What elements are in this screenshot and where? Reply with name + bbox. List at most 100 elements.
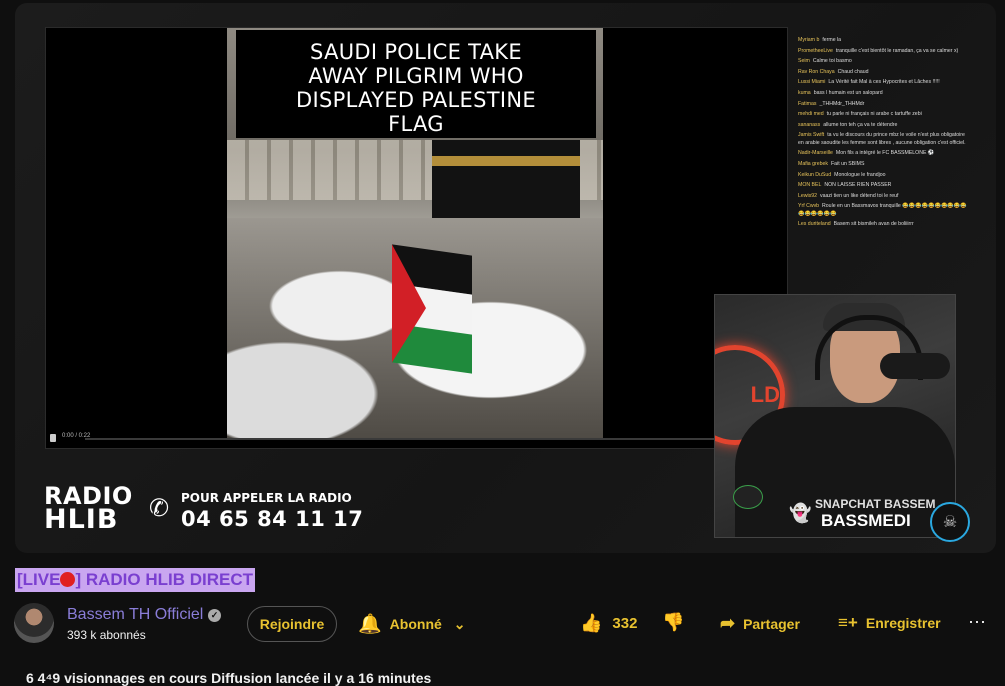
volume-icon [50,434,56,442]
share-icon: ➦ [720,613,736,633]
bell-icon: 🔔 [358,614,382,635]
inner-track [85,438,783,440]
more-button[interactable]: ⋯ [968,612,987,633]
chat-text: vaazi tien un like détend toi le reuf [820,192,899,199]
chat-author: PrometheeLive [798,47,833,54]
inner-progress-bar: 0:00 / 0:22 [50,433,783,445]
subscribed-button[interactable]: 🔔 Abonné ⌄ [352,606,472,642]
chat-author: MON BEL [798,182,822,189]
chat-text: tu parle ni français ni arabe c tartuffe… [826,111,922,118]
chat-message: kuma bass l humain est un salopard [798,90,970,97]
chat-author: Lussi Miami [798,79,826,86]
video-title: [LIVE ] RADIO HLIB DIRECT [15,568,255,592]
share-label: Partager [743,615,800,632]
caption-line: DISPLAYED PALESTINE [296,88,536,112]
like-button[interactable]: 👍 332 [580,613,637,634]
chat-message: Myriam b ferme la [798,37,970,44]
chat-author: Lewis92 [798,192,818,199]
webcam-feed: LD 👻 SNAPCHAT BASSEM BASSMEDI [714,294,956,538]
subscriber-count: 393 k abonnés [67,628,146,642]
chat-author: Jamis Swift [798,132,825,139]
call-text: POUR APPELER LA RADIO [181,491,352,505]
video-caption: SAUDI POLICE TAKE AWAY PILGRIM WHO DISPL… [236,30,596,138]
channel-name[interactable]: Bassem TH Officiel [67,606,203,624]
chat-text: _THHMdr_THHMdr [819,100,865,107]
phone-cta: POUR APPELER LA RADIO 04 65 84 11 17 [181,491,363,531]
caption-line: AWAY PILGRIM WHO [308,64,524,88]
chat-author: Keikun DuSud [798,171,832,178]
join-button[interactable]: Rejoindre [247,606,337,642]
chat-author: sananass [798,121,821,128]
microphone [880,353,950,379]
kaaba-band [432,156,580,166]
chat-message: Les duriteland Basem sit bismileh avan de… [798,221,970,228]
chat-overlay: Myriam b ferme la PrometheeLive tranquille … [798,37,970,287]
chat-text: Monologue le frandjoo [834,171,886,178]
chat-author: mehdi med [798,111,824,118]
chat-text: Fait un SBIMS [831,160,865,167]
save-label: Enregistrer [865,615,941,631]
chat-text: NON LAISSE RIEN PASSER [824,182,892,189]
radio-logo-line2: HLIB [44,504,119,535]
chat-text: Calme toi basmo [812,58,852,65]
chat-author: Rav Ron Chaya [798,68,835,75]
chat-message: Yrf Cwvb Roule en un Bassmavos tranquille… [798,203,970,218]
verified-icon: ✓ [208,609,221,622]
palestine-flag [392,244,472,374]
chat-message: sananass allume ton teh ça va te détendre [798,122,970,129]
channel-avatar[interactable] [14,603,54,643]
chat-message: Rav Ron Chaya Chaud chaud [798,69,970,76]
phone-number: 04 65 84 11 17 [181,507,364,531]
thumbs-down-icon: 👎 [662,612,685,632]
snapchat-label: SNAPCHAT BASSEM [815,497,936,511]
caption-line: FLAG [388,112,444,136]
chat-text: tranquille c'est bientôt le ramadan, ça … [835,47,959,54]
chat-message: Keikun DuSud Monologue le frandjoo [798,172,970,179]
live-dot-icon [60,572,76,587]
chat-text: Chaud chaud [837,68,869,75]
chat-message: PrometheeLive tranquille c'est bientôt le… [798,48,970,55]
view-stats: 6 4⁴9 visionnages en cours Diffusion lan… [26,670,432,686]
chat-message: MON BEL NON LAISSE RIEN PASSER [798,182,970,189]
share-button[interactable]: ➦ Partager [720,613,800,634]
chat-text: Mon fils a intégré le FC BASSMELONE ⚽ [835,150,935,157]
embedded-video: SAUDI POLICE TAKE AWAY PILGRIM WHO DISPL… [45,27,788,449]
chat-author: Yrf Cwvb [798,203,820,210]
phone-icon: ✆ [149,495,170,522]
chevron-down-icon: ⌄ [453,615,466,632]
thumbs-up-icon: 👍 [580,613,603,633]
chat-message: Lussi Miami La Vérité fait Mal à ces Hypo… [798,79,970,86]
chat-message: Fatimas _THHMdr_THHMdr [798,101,970,108]
gaming-mouse [733,485,763,509]
title-prefix: [LIVE [17,570,61,589]
snapchat-name: BASSMEDI [821,511,911,530]
chat-author: Seim [798,58,810,65]
join-label: Rejoindre [259,616,325,632]
playlist-add-icon: ≡+ [838,613,858,632]
chat-message: Mafia grebek Fait un SBIMS [798,161,970,168]
radio-logo: RADIO HLIB [44,484,133,535]
chat-message: Lewis92 vaazi tien un like détend toi le … [798,193,970,200]
chat-author: Nadir-Marseille [798,150,833,157]
chat-author: Les duriteland [798,221,831,228]
chat-text: allume ton teh ça va te détendre [823,121,898,128]
title-suffix: ] RADIO HLIB DIRECT [75,570,253,589]
chat-message: Seim Calme toi basmo [798,58,970,65]
chat-text: bass l humain est un salopard [813,89,883,96]
dislike-button[interactable]: 👎 [662,612,684,633]
chat-text: Roule en un Bassmavos tranquille 😂😂😂😂😂😂😂… [798,203,967,217]
chat-text: Basem sit bismileh avan de boliiirrr [833,221,914,228]
more-icon: ⋯ [968,612,987,632]
save-button[interactable]: ≡+ Enregistrer [838,613,941,633]
video-player[interactable]: SAUDI POLICE TAKE AWAY PILGRIM WHO DISPL… [15,3,996,553]
channel-watermark-icon[interactable]: ☠ [930,502,970,542]
chat-author: kuma [798,89,811,96]
chat-text: La Vérité fait Mal à ces Hypocrites et L… [828,79,940,86]
subscribed-label: Abonné [389,616,442,632]
caption-line: SAUDI POLICE TAKE [310,40,522,64]
snapchat-icon: 👻 [789,503,812,523]
chat-message: mehdi med tu parle ni français ni arabe c… [798,111,970,118]
chat-message: Nadir-Marseille Mon fils a intégré le FC … [798,150,970,157]
chat-author: Fatimas [798,100,817,107]
chat-text: ferme la [822,37,842,43]
